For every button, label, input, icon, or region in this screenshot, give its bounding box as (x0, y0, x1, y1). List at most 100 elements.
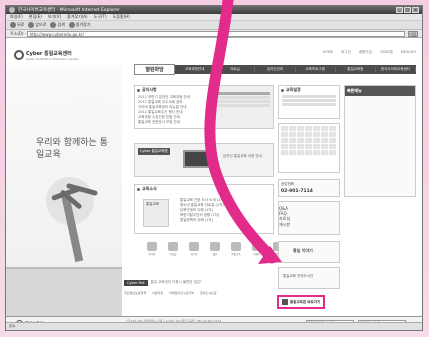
notice-item[interactable]: 통일교육 전문강사 모집 안내 (138, 120, 206, 125)
window-title: 한국사이버교육센터 - Microsoft Internet Explorer (18, 8, 120, 13)
site-logo[interactable]: Cyber 통일교육센터 Cyber Unification Education… (14, 48, 84, 62)
search-button[interactable]: 검색 (50, 22, 65, 28)
top-link-join[interactable]: 회원가입 (359, 50, 372, 55)
promo-slogan: 우리와 함께하는 통일교육 (36, 138, 108, 160)
text-bar (282, 103, 336, 106)
top-link-home[interactable]: HOME (323, 50, 334, 55)
notice-title: 공지사항 (142, 87, 157, 92)
survey-icon (210, 242, 220, 251)
text-bar (218, 96, 270, 99)
text-bar (218, 100, 270, 103)
phone-label: 상담전화 (281, 182, 294, 186)
menu-bar: 파일(F) 편집(E) 보기(V) 즐겨찾기(A) 도구(T) 도움말(H) (6, 14, 422, 21)
forward-arrow-icon (28, 22, 35, 28)
bullet-icon (137, 187, 140, 191)
quick-icon-online[interactable]: 온라인 (146, 242, 158, 256)
forward-button[interactable]: 앞으로 (28, 22, 46, 28)
board-icon (189, 242, 199, 251)
nav-item-archive[interactable]: 자료실 (215, 67, 256, 72)
menu-tools[interactable]: 도구(T) (94, 14, 107, 20)
logo-text: Cyber 통일교육센터 (26, 50, 72, 57)
text-bar (282, 95, 336, 98)
quick-menu: 빠른메뉴 (344, 85, 416, 197)
quick-icon-board[interactable]: 게시판 (188, 242, 200, 256)
back-button[interactable]: 뒤로 (10, 22, 24, 28)
quick-icon-survey[interactable]: 설문 (209, 242, 221, 256)
cyber-banner[interactable]: Cyber 통일교육원 온라인 통일교육 과정 안내 (134, 143, 274, 177)
logo-icon (14, 50, 24, 60)
calendar-grid[interactable] (279, 124, 339, 157)
menu-view[interactable]: 보기(V) (48, 14, 61, 20)
quick-icon-archive[interactable]: 자료실 (167, 242, 179, 256)
address-input[interactable]: http://www.cyberedu.go.kr/ (26, 30, 405, 37)
calendar-title: 교육일정 (286, 87, 301, 92)
close-button[interactable]: × (412, 7, 419, 13)
nav-item-programs[interactable]: 교육프로그램 (296, 67, 336, 72)
calendar (278, 123, 340, 173)
address-label: 주소(D) (10, 30, 24, 36)
side-banner-label: 통일교육 전자도서관 (283, 274, 314, 278)
photo-box (214, 85, 274, 129)
news-title: 교육소식 (142, 186, 157, 191)
poll-question[interactable]: 통일 교육센터 이용시 불편한 점은? (151, 280, 202, 285)
bottom-link[interactable]: 개인정보보호정책 (124, 291, 146, 295)
ground-shape (6, 267, 122, 317)
nav-item-cyber-center[interactable]: 한국사이버교육센터 (376, 67, 416, 72)
promo-illustration: 우리와 함께하는 통일교육 (6, 67, 122, 317)
bullet-icon (281, 88, 284, 92)
cloud-shape (76, 97, 102, 107)
link-icon (282, 299, 288, 305)
browser-window: 한국사이버교육센터 - Microsoft Internet Explorer … (5, 5, 423, 331)
quick-icon-education[interactable]: 통일교육 (230, 242, 242, 256)
top-links: HOME 로그인 회원가입 사이트맵 ENGLISH (156, 50, 416, 55)
address-bar: 주소(D) http://www.cyberedu.go.kr/ 이동 (6, 30, 422, 38)
bottom-link[interactable]: 이메일무단수집거부 (169, 291, 194, 295)
back-arrow-icon (10, 22, 16, 28)
bottom-links: 개인정보보호정책 이용약관 이메일무단수집거부 찾아오시는길 (124, 291, 274, 295)
top-link-english[interactable]: ENGLISH (401, 50, 416, 55)
top-link-login[interactable]: 로그인 (341, 50, 351, 55)
side-banner-label: 통일 이야기 (293, 248, 313, 253)
nav-item-open-yard[interactable]: 열린마당 (134, 64, 176, 75)
notice-badge: 통일교육 (143, 199, 169, 227)
window-controls: _ □ × (396, 7, 419, 13)
star-icon (68, 22, 75, 28)
side-banner-library[interactable]: 통일교육 전자도서관 (278, 267, 340, 289)
phone-box: 상담전화 02-901-7114 (278, 179, 340, 197)
quick-icon-event[interactable]: 이벤트 (251, 242, 263, 256)
quick-item[interactable]: 게시판 (279, 222, 339, 228)
ie-icon (9, 7, 15, 13)
menu-file[interactable]: 파일(F) (10, 14, 23, 20)
maximize-button[interactable]: □ (404, 7, 411, 13)
news-item[interactable]: 통일정책의 이해 (1차) (180, 218, 225, 223)
menu-favorites[interactable]: 즐겨찾기(A) (67, 14, 88, 20)
text-bar (282, 99, 336, 102)
notice-box: 공지사항 2012 하반기 온라인 교육과정 안내 2012 통일교육 우수사례… (134, 85, 210, 129)
top-link-sitemap[interactable]: 사이트맵 (380, 50, 393, 55)
bullet-icon (137, 88, 140, 92)
text-bar (218, 92, 270, 95)
banner-title: Cyber 통일교육원 (138, 148, 170, 155)
nav-item-courses[interactable]: 교육과정안내 (175, 67, 216, 72)
nav-item-institute[interactable]: 통일교육원 (336, 67, 376, 72)
go-button[interactable]: 이동 (408, 30, 418, 37)
bottom-link[interactable]: 이용약관 (152, 291, 163, 295)
institute-link-highlight[interactable]: 통일교육원 바로가기 (277, 295, 325, 309)
bottom-link[interactable]: 찾아오시는길 (200, 291, 217, 295)
search-icon (50, 22, 57, 28)
cloud-shape (14, 107, 44, 119)
main-nav: 열린마당 교육과정안내 자료실 온라인강좌 교육프로그램 통일교육원 한국사이버… (134, 64, 416, 75)
menu-edit[interactable]: 편집(E) (29, 14, 42, 20)
archive-icon (168, 242, 178, 251)
phone-number: 02-901-7114 (281, 189, 313, 194)
event-icon (252, 242, 262, 251)
side-banner-story[interactable]: 통일 이야기 (278, 241, 340, 263)
browser-toolbar: 뒤로 앞으로 검색 즐겨찾기 (6, 21, 422, 30)
nav-item-online[interactable]: 온라인강좌 (255, 67, 296, 72)
status-bar: 완료 (6, 322, 422, 330)
minimize-button[interactable]: _ (396, 7, 403, 13)
banner-text: 온라인 통일교육 과정 안내 (223, 154, 262, 158)
favorites-button[interactable]: 즐겨찾기 (68, 22, 91, 28)
poll-chip[interactable]: Cyber Poll (124, 279, 148, 286)
menu-help[interactable]: 도움말(H) (113, 14, 130, 20)
